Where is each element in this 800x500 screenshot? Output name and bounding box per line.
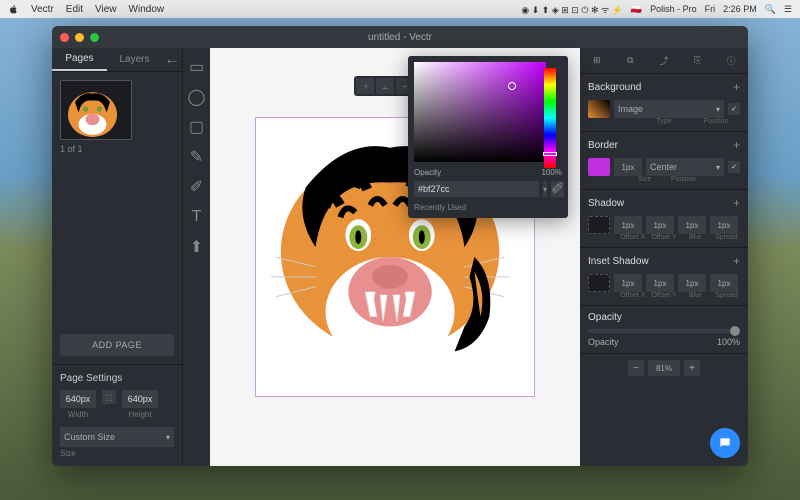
menubar-status-icons: ◉ ⬇ ⬆ ◈ ⊞ ⊡ ⏻ ✻ ᯤ ⚡ bbox=[521, 3, 623, 16]
width-label: Width bbox=[68, 410, 88, 419]
picker-opacity-label: Opacity bbox=[414, 168, 441, 177]
height-label: Height bbox=[128, 410, 151, 419]
inset-spread-input[interactable] bbox=[710, 274, 738, 292]
color-picker-popup: Opacity 100% ▾ ✐ Recently Used bbox=[408, 56, 568, 218]
link-dimensions-icon[interactable]: ⬚ bbox=[102, 390, 116, 404]
add-border-button[interactable]: + bbox=[733, 138, 740, 152]
shadow-color-swatch[interactable] bbox=[588, 216, 610, 234]
zoom-out-button[interactable]: − bbox=[628, 360, 644, 376]
rounded-rect-tool[interactable]: ▢ bbox=[188, 118, 206, 136]
recently-used-label: Recently Used bbox=[414, 203, 562, 212]
opacity-title: Opacity bbox=[588, 312, 622, 323]
add-inset-shadow-button[interactable]: + bbox=[733, 254, 740, 268]
shadow-title: Shadow bbox=[588, 198, 624, 209]
background-visible-checkbox[interactable]: ✓ bbox=[728, 103, 740, 115]
height-input[interactable] bbox=[122, 390, 158, 408]
align-center-h-button[interactable]: ⫠ bbox=[376, 78, 394, 94]
vectr-window: untitled - Vectr Pages Layers ← bbox=[52, 26, 748, 466]
pencil-tool[interactable]: ✐ bbox=[188, 178, 206, 196]
page-count-label: 1 of 1 bbox=[60, 144, 174, 154]
border-visible-checkbox[interactable]: ✓ bbox=[728, 161, 740, 173]
eyedropper-icon[interactable]: ✐ bbox=[551, 181, 564, 197]
shadow-offsety-input[interactable] bbox=[646, 216, 674, 234]
menubar-app-name[interactable]: Vectr bbox=[31, 4, 54, 15]
inset-shadow-title: Inset Shadow bbox=[588, 256, 649, 267]
background-type-select[interactable]: Image▾ bbox=[614, 100, 724, 118]
apple-logo-icon bbox=[8, 4, 19, 15]
hex-input[interactable] bbox=[414, 181, 539, 197]
minimize-button[interactable] bbox=[75, 33, 84, 42]
shadow-blur-input[interactable] bbox=[678, 216, 706, 234]
titlebar[interactable]: untitled - Vectr bbox=[52, 26, 748, 48]
chat-icon bbox=[718, 436, 732, 450]
zoom-value[interactable]: 81% bbox=[648, 360, 680, 376]
hue-cursor[interactable] bbox=[543, 152, 557, 156]
ellipse-tool[interactable]: ◯ bbox=[188, 88, 206, 106]
menubar-item-edit[interactable]: Edit bbox=[66, 4, 83, 15]
size-preset-select[interactable]: Custom Size ▾ bbox=[60, 427, 174, 447]
chat-support-button[interactable] bbox=[710, 428, 740, 458]
left-panel: Pages Layers ← 1 of 1 ADD PAGE bbox=[52, 48, 182, 466]
background-swatch[interactable] bbox=[588, 100, 610, 118]
duplicate-icon[interactable]: ⧉ bbox=[621, 52, 639, 70]
menubar-item-window[interactable]: Window bbox=[129, 4, 165, 15]
page-thumbnail[interactable] bbox=[60, 80, 132, 140]
right-panel: ⊞ ⧉ ⤴ ⎘ ⓘ Background + Image▾ ✓ Ty bbox=[580, 48, 748, 466]
hex-dropdown-icon[interactable]: ▾ bbox=[543, 181, 547, 197]
tab-layers[interactable]: Layers bbox=[107, 48, 162, 71]
inset-offsetx-input[interactable] bbox=[614, 274, 642, 292]
border-title: Border bbox=[588, 140, 618, 151]
info-icon[interactable]: ⓘ bbox=[722, 52, 740, 70]
opacity-slider[interactable] bbox=[588, 329, 740, 333]
size-preset-value: Custom Size bbox=[64, 432, 115, 442]
opacity-label: Opacity bbox=[588, 337, 619, 347]
menubar-time: 2:26 PM bbox=[723, 4, 757, 14]
pen-tool[interactable]: ✎ bbox=[188, 148, 206, 166]
thumbnail-artwork bbox=[61, 81, 131, 140]
page-settings-title: Page Settings bbox=[60, 373, 174, 384]
border-position-select[interactable]: Center▾ bbox=[646, 158, 724, 176]
shadow-spread-input[interactable] bbox=[710, 216, 738, 234]
border-size-input[interactable] bbox=[614, 158, 642, 176]
size-label: Size bbox=[60, 449, 174, 458]
saturation-value-picker[interactable] bbox=[414, 62, 546, 162]
width-input[interactable] bbox=[60, 390, 96, 408]
inset-shadow-color-swatch[interactable] bbox=[588, 274, 610, 292]
background-title: Background bbox=[588, 82, 641, 93]
shadow-offsetx-input[interactable] bbox=[614, 216, 642, 234]
menubar-menu-icon[interactable]: ☰ bbox=[784, 4, 792, 15]
back-arrow-icon[interactable]: ← bbox=[162, 48, 182, 71]
menubar-keyboard-flag[interactable]: 🇵🇱 bbox=[631, 4, 642, 15]
opacity-value: 100% bbox=[717, 337, 740, 347]
inset-offsety-input[interactable] bbox=[646, 274, 674, 292]
window-title: untitled - Vectr bbox=[368, 32, 432, 43]
menubar-item-view[interactable]: View bbox=[95, 4, 117, 15]
zoom-in-button[interactable]: + bbox=[684, 360, 700, 376]
link-icon[interactable]: ⎘ bbox=[689, 52, 707, 70]
add-page-button[interactable]: ADD PAGE bbox=[60, 334, 174, 356]
border-color-swatch[interactable] bbox=[588, 158, 610, 176]
grid-icon[interactable]: ⊞ bbox=[588, 52, 606, 70]
add-shadow-button[interactable]: + bbox=[733, 196, 740, 210]
close-button[interactable] bbox=[60, 33, 69, 42]
sv-cursor[interactable] bbox=[508, 82, 516, 90]
macos-menubar: Vectr Edit View Window ◉ ⬇ ⬆ ◈ ⊞ ⊡ ⏻ ✻ ᯤ… bbox=[0, 0, 800, 18]
inset-blur-input[interactable] bbox=[678, 274, 706, 292]
upload-tool[interactable]: ⬆ bbox=[188, 238, 206, 256]
fullscreen-button[interactable] bbox=[90, 33, 99, 42]
tab-pages[interactable]: Pages bbox=[52, 48, 107, 71]
export-icon[interactable]: ⤴ bbox=[655, 52, 673, 70]
text-tool[interactable]: T bbox=[188, 208, 206, 226]
menubar-keyboard-layout[interactable]: Polish - Pro bbox=[650, 4, 697, 14]
menubar-day: Fri bbox=[705, 4, 716, 14]
rectangle-tool[interactable]: ▭ bbox=[188, 58, 206, 76]
add-background-button[interactable]: + bbox=[733, 80, 740, 94]
picker-opacity-value: 100% bbox=[542, 168, 562, 177]
spotlight-icon[interactable]: 🔍 bbox=[765, 4, 776, 15]
chevron-down-icon: ▾ bbox=[166, 433, 170, 442]
align-left-button[interactable]: ⫞ bbox=[356, 78, 374, 94]
hue-slider[interactable] bbox=[544, 68, 556, 168]
tool-strip: ▭ ◯ ▢ ✎ ✐ T ⬆ bbox=[182, 48, 210, 466]
